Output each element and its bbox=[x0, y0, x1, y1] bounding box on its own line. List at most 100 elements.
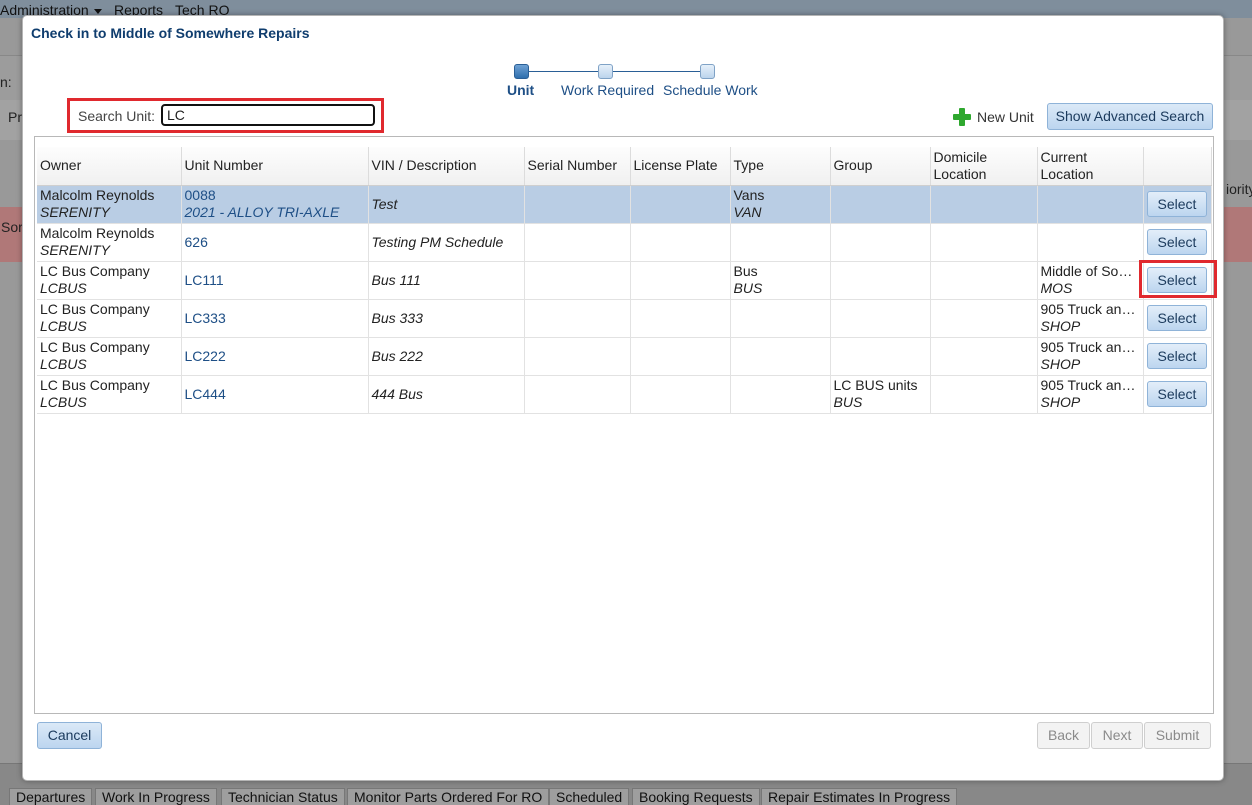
search-unit-input[interactable] bbox=[161, 104, 375, 126]
cell-domicile-location bbox=[930, 223, 1038, 262]
step-work-required-marker[interactable] bbox=[598, 64, 613, 79]
step-schedule-work-label[interactable]: Schedule Work bbox=[663, 82, 758, 98]
column-header-license-plate[interactable]: License Plate bbox=[630, 147, 731, 186]
cell-actions: Select bbox=[1143, 185, 1212, 224]
cell-unit-number: LC222 bbox=[181, 337, 369, 376]
cell-current-location-value: 905 Truck and... bbox=[1040, 301, 1141, 317]
submit-button[interactable]: Submit bbox=[1144, 722, 1211, 749]
cell-unit-number: 626 bbox=[181, 223, 369, 262]
cell-owner: LC Bus Company LCBUS bbox=[37, 337, 182, 376]
cancel-button[interactable]: Cancel bbox=[37, 722, 102, 749]
column-header-group[interactable]: Group bbox=[830, 147, 931, 186]
plus-icon bbox=[953, 108, 971, 126]
cell-type bbox=[730, 299, 831, 338]
cell-actions: Select bbox=[1143, 299, 1212, 338]
cell-license-plate bbox=[630, 261, 731, 300]
column-header-unit-number[interactable]: Unit Number bbox=[181, 147, 369, 186]
cell-owner-code: SERENITY bbox=[40, 204, 111, 220]
cell-current-location: 905 Truck and... SHOP bbox=[1037, 337, 1144, 376]
chevron-down-icon bbox=[93, 8, 102, 14]
cell-actions: Select bbox=[1143, 337, 1212, 376]
cell-domicile-location bbox=[930, 185, 1038, 224]
cell-owner-value: Malcolm Reynolds bbox=[40, 225, 155, 241]
cell-group bbox=[830, 223, 931, 262]
step-unit-label[interactable]: Unit bbox=[507, 82, 534, 98]
table-row[interactable]: Malcolm Reynolds SERENITY 0088 2021 - ALLOY… bbox=[37, 185, 1212, 224]
cell-vin-description-value: Bus 222 bbox=[371, 347, 423, 364]
bg-fragment-priority: iority bbox=[1226, 181, 1252, 197]
tab-scheduled: Scheduled bbox=[549, 788, 630, 805]
cell-domicile-location bbox=[930, 337, 1038, 376]
cell-current-location-value: Middle of Som... bbox=[1040, 263, 1142, 279]
column-header-vin-description[interactable]: VIN / Description bbox=[368, 147, 525, 186]
cell-owner-code: LCBUS bbox=[40, 356, 87, 372]
select-button[interactable]: Select bbox=[1147, 305, 1207, 331]
wizard-steps: Unit Work Required Schedule Work bbox=[23, 62, 1225, 102]
cell-owner-code: LCBUS bbox=[40, 394, 87, 410]
bg-fragment-sor: Sor bbox=[1, 219, 23, 235]
cell-current-location bbox=[1037, 223, 1144, 262]
cell-unit-number-value: LC333 bbox=[184, 309, 226, 326]
table-row[interactable]: LC Bus Company LCBUS LC111 Bus 111 Bus BUS Mid… bbox=[37, 260, 1217, 300]
back-button[interactable]: Back bbox=[1037, 722, 1090, 749]
cell-group bbox=[830, 185, 931, 224]
cell-license-plate bbox=[630, 185, 731, 224]
cell-unit-number-code: 2021 - ALLOY TRI-AXLE bbox=[184, 204, 340, 220]
cell-actions: Select bbox=[1143, 375, 1212, 414]
show-advanced-search-button[interactable]: Show Advanced Search bbox=[1047, 103, 1213, 130]
cell-type: Bus BUS bbox=[730, 261, 831, 300]
step-work-required-label[interactable]: Work Required bbox=[561, 82, 654, 98]
cell-type: Vans VAN bbox=[730, 185, 831, 224]
select-button[interactable]: Select bbox=[1147, 229, 1207, 255]
column-header-serial-number[interactable]: Serial Number bbox=[524, 147, 631, 186]
column-header-current-location[interactable]: Current Location bbox=[1037, 147, 1144, 186]
table-row[interactable]: LC Bus Company LCBUS LC222 Bus 222 905 Truck… bbox=[37, 337, 1212, 376]
cell-vin-description: 444 Bus bbox=[368, 375, 525, 414]
cell-serial-number bbox=[524, 223, 631, 262]
new-unit-button[interactable]: New Unit bbox=[953, 107, 1034, 127]
cell-vin-description: Test bbox=[368, 185, 525, 224]
cell-unit-number: 0088 2021 - ALLOY TRI-AXLE bbox=[181, 185, 369, 224]
cell-vin-description: Bus 222 bbox=[368, 337, 525, 376]
cell-serial-number bbox=[524, 261, 631, 300]
select-button[interactable]: Select bbox=[1147, 343, 1207, 369]
step-unit-marker[interactable] bbox=[514, 64, 529, 79]
tab-booking-requests: Booking Requests bbox=[632, 788, 760, 805]
table-row[interactable]: Malcolm Reynolds SERENITY 626 Testing PM Sc… bbox=[37, 223, 1212, 262]
cell-vin-description-value: Testing PM Schedule bbox=[371, 233, 504, 250]
column-header-owner[interactable]: Owner bbox=[37, 147, 182, 186]
select-button-wrap: Select bbox=[1147, 229, 1207, 255]
cell-owner: LC Bus Company LCBUS bbox=[37, 261, 182, 300]
select-button-wrap: Select bbox=[1147, 343, 1207, 369]
cell-license-plate bbox=[630, 375, 731, 414]
cell-owner: LC Bus Company LCBUS bbox=[37, 375, 182, 414]
cell-type-code: BUS bbox=[733, 280, 763, 296]
column-header-actions bbox=[1143, 147, 1212, 186]
bg-fragment-label: n: bbox=[0, 74, 12, 90]
column-header-domicile-location[interactable]: Domicile Location bbox=[930, 147, 1038, 186]
new-unit-label: New Unit bbox=[977, 109, 1034, 125]
table-row[interactable]: LC Bus Company LCBUS LC444 444 Bus LC BUS un… bbox=[37, 375, 1212, 414]
table-row[interactable]: LC Bus Company LCBUS LC333 Bus 333 905 Truck… bbox=[37, 299, 1212, 338]
cell-current-location-code: SHOP bbox=[1040, 394, 1081, 410]
dialog-title: Check in to Middle of Somewhere Repairs bbox=[31, 25, 310, 41]
column-header-type[interactable]: Type bbox=[730, 147, 831, 186]
cell-unit-number-value: 0088 bbox=[184, 187, 216, 203]
cell-domicile-location bbox=[930, 261, 1038, 300]
select-button[interactable]: Select bbox=[1147, 191, 1207, 217]
cell-group bbox=[830, 337, 931, 376]
tab-departures: Departures bbox=[9, 788, 93, 805]
next-button[interactable]: Next bbox=[1091, 722, 1143, 749]
cell-current-location: Middle of Som... MOS bbox=[1037, 261, 1144, 300]
units-table: Owner Unit Number VIN / Description Seri… bbox=[37, 147, 1217, 414]
cell-type bbox=[730, 337, 831, 376]
cell-actions: Select bbox=[1139, 260, 1217, 300]
cell-group bbox=[830, 299, 931, 338]
cell-serial-number bbox=[524, 299, 631, 338]
search-unit-label: Search Unit: bbox=[78, 108, 156, 124]
cell-unit-number-value: LC111 bbox=[184, 271, 224, 288]
tab-technician-status: Technician Status bbox=[221, 788, 345, 805]
select-button[interactable]: Select bbox=[1147, 381, 1207, 407]
step-schedule-work-marker[interactable] bbox=[700, 64, 715, 79]
cell-license-plate bbox=[630, 299, 731, 338]
